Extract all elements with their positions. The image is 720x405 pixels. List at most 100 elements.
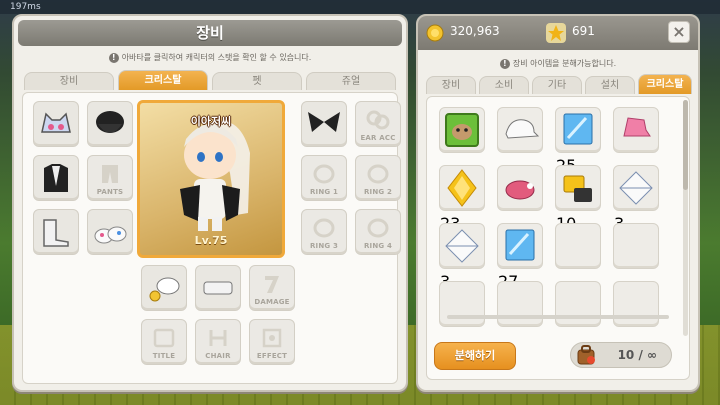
tab-pet[interactable]: 펫 (212, 72, 302, 90)
30m-ticket-icon (563, 113, 593, 145)
scrollbar-thumb[interactable] (683, 100, 688, 190)
slot-label: RING 1 (309, 188, 339, 196)
slot-label: CHAIR (205, 352, 231, 360)
inventory-item[interactable] (497, 165, 543, 211)
10m-ticket-icon (505, 229, 535, 261)
slot-label: DAMAGE (254, 298, 290, 306)
slot-label: PANTS (96, 188, 124, 196)
bag-icon (577, 345, 595, 365)
inventory-item[interactable]: 23 (439, 165, 485, 233)
dark-wings-icon (308, 112, 340, 132)
slot-ring-3[interactable]: RING 3 (301, 209, 347, 255)
slot-count-display: 10 / ∞ (570, 342, 672, 368)
info-icon: ! (108, 53, 119, 63)
bunny-slippers-icon (94, 226, 127, 244)
cat-mask-icon (41, 112, 71, 133)
slot-label: RING 2 (363, 188, 393, 196)
info-text: 아바타를 클릭하여 캐릭터의 스탯을 확인 할 수 있습니다. (121, 53, 312, 62)
info-line: ! 아바타를 클릭하여 캐릭터의 스탯을 확인 할 수 있습니다. (14, 52, 406, 63)
inventory-info-text: 장비 아이템을 분해가능합니다. (512, 59, 617, 68)
pink-mount-icon (505, 180, 535, 200)
slot-hat[interactable] (33, 101, 79, 147)
pink-gift-box-icon (623, 117, 651, 137)
inventory-item[interactable] (497, 107, 543, 153)
slot-ear-acc[interactable]: EAR ACC (355, 101, 401, 147)
slot-chair[interactable]: CHAIR (195, 319, 241, 365)
slot-title[interactable]: TITLE (141, 319, 187, 365)
tab-equip[interactable]: 장비 (24, 72, 114, 90)
equip-tabs: 장비 크리스탈 펫 쥬얼 (24, 70, 396, 90)
panel-title: 장비 (18, 20, 402, 46)
slot-pet-acc[interactable] (141, 265, 187, 311)
slot-glove[interactable] (87, 209, 133, 255)
slot-top[interactable] (33, 155, 79, 201)
title-scroll-icon (153, 328, 175, 348)
inventory-item[interactable]: 3 (613, 165, 659, 233)
beast-portrait-icon (445, 113, 479, 147)
ring-icon (313, 218, 335, 238)
inventory-empty-slot[interactable] (439, 281, 485, 327)
tab-crystal[interactable]: 크리스탈 (118, 70, 208, 90)
slot-label: TITLE (152, 352, 176, 360)
tab-equip[interactable]: 장비 (426, 76, 476, 94)
inventory-info-line: ! 장비 아이템을 분해가능합니다. (418, 58, 698, 69)
slot-ring-1[interactable]: RING 1 (301, 155, 347, 201)
slot-face[interactable] (87, 101, 133, 147)
inventory-tabs: 장비 소비 기타 설치 크리스탈 (426, 74, 692, 94)
inventory-empty-slot[interactable] (613, 223, 659, 269)
tab-crystal[interactable]: 크리스탈 (638, 74, 692, 94)
slot-cape[interactable] (301, 101, 347, 147)
slot-pants[interactable]: PANTS (87, 155, 133, 201)
slot-belt[interactable] (195, 265, 241, 311)
close-button[interactable]: × (668, 21, 690, 43)
info-icon: ! (499, 59, 510, 69)
effect-icon (262, 328, 282, 348)
slot-label: EFFECT (256, 352, 288, 360)
slot-effect[interactable]: EFFECT (249, 319, 295, 365)
tab-use[interactable]: 소비 (479, 76, 529, 94)
inventory-content: 25 23 10 (426, 96, 690, 380)
slot-ring-2[interactable]: RING 2 (355, 155, 401, 201)
ring-icon (313, 164, 335, 184)
crystal-star-icon (546, 23, 566, 43)
pants-icon (102, 165, 118, 183)
horizontal-scroll-track (447, 315, 669, 319)
disassemble-button[interactable]: 분해하기 (434, 342, 516, 370)
character-name: 이아저씨 (190, 115, 232, 128)
golden-gem-icon (447, 169, 477, 207)
inventory-item[interactable]: 25 (555, 107, 601, 175)
sheep-coin-icon (149, 277, 180, 302)
inventory-empty-slot[interactable] (497, 281, 543, 327)
white-boots-icon (43, 219, 69, 247)
slot-damage[interactable]: DAMAGE (249, 265, 295, 311)
damage-number-icon (265, 276, 279, 293)
black-coat-icon (44, 164, 68, 192)
inventory-item[interactable]: 10 (555, 165, 601, 233)
currency-bar: 320,963 691 × (418, 16, 698, 50)
slot-ring-4[interactable]: RING 4 (355, 209, 401, 255)
ring-icon (367, 218, 389, 238)
character-avatar[interactable]: 이아저씨 Lv.75 (137, 100, 285, 258)
inventory-empty-slot[interactable] (613, 281, 659, 327)
tab-etc[interactable]: 기타 (532, 76, 582, 94)
inventory-empty-slot[interactable] (555, 281, 601, 327)
white-cap-icon (505, 119, 540, 139)
envelope-icon (619, 171, 653, 205)
tab-jewel[interactable]: 쥬얼 (306, 72, 396, 90)
ping-readout: 197ms (10, 2, 41, 12)
inventory-item[interactable]: 3 (439, 223, 485, 291)
inventory-item[interactable]: 27 (497, 223, 543, 291)
inventory-item[interactable] (439, 107, 485, 153)
inventory-panel: 320,963 691 × ! 장비 아이템을 분해가능합니다. 장비 소비 기타… (416, 14, 700, 392)
inventory-empty-slot[interactable] (555, 223, 601, 269)
inventory-item[interactable] (613, 107, 659, 153)
black-hair-icon (96, 111, 124, 133)
bandage-icon (203, 281, 233, 295)
slot-label: RING 4 (363, 242, 393, 250)
vertical-scrollbar[interactable] (683, 100, 688, 336)
club-coupon-icon (563, 175, 592, 202)
tab-setup[interactable]: 설치 (585, 76, 635, 94)
slot-shoes[interactable] (33, 209, 79, 255)
meso-amount: 320,963 (450, 24, 500, 38)
envelope-icon (445, 229, 479, 263)
